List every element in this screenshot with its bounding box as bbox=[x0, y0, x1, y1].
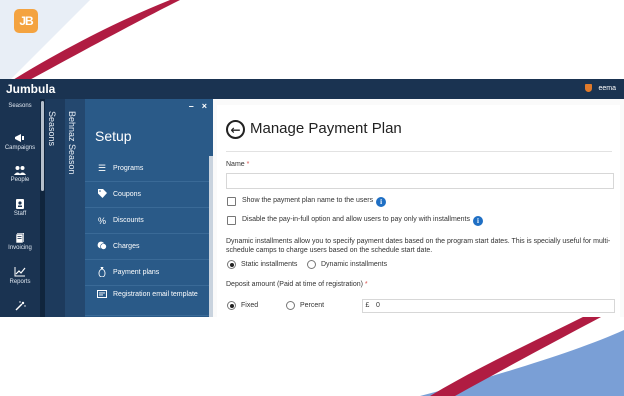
deposit-label: Deposit amount (Paid at time of registra… bbox=[226, 281, 368, 288]
jumbula-logo: JB bbox=[14, 9, 38, 33]
setup-title: Setup bbox=[95, 128, 132, 144]
seasons-column-title: Seasons bbox=[47, 111, 57, 147]
nav-item-label: People bbox=[10, 177, 30, 183]
percent-icon: % bbox=[97, 215, 106, 226]
setup-item-label: Coupons bbox=[113, 191, 142, 198]
required-mark: * bbox=[364, 281, 368, 288]
manage-payment-plan-panel: ← Manage Payment Plan Name * Show the pa… bbox=[217, 105, 620, 317]
show-name-label-text: Show the payment plan name to the users bbox=[242, 197, 374, 204]
required-mark: * bbox=[246, 161, 250, 168]
setup-item-label: Programs bbox=[113, 165, 144, 172]
chart-icon bbox=[14, 267, 26, 277]
back-arrow-icon[interactable]: ← bbox=[226, 120, 245, 139]
nav-item-reports[interactable]: Reports bbox=[0, 267, 40, 285]
nav-item-label: Reports bbox=[9, 279, 31, 285]
megaphone-icon bbox=[14, 133, 26, 143]
setup-panel: – × Setup ☰ Programs Coupons % Discounts bbox=[85, 99, 213, 317]
nav-item-label: Campaigns bbox=[4, 145, 36, 151]
currency-symbol: £ bbox=[362, 299, 372, 313]
id-badge-icon bbox=[14, 199, 26, 209]
app-name: Jumbula bbox=[6, 82, 56, 96]
setup-menu: ☰ Programs Coupons % Discounts Charges P… bbox=[85, 156, 209, 316]
show-name-label: Show the payment plan name to the users i bbox=[242, 197, 387, 207]
left-nav: Seasons Campaigns People Staff Invoicing… bbox=[0, 99, 40, 317]
dynamic-installments-radio[interactable] bbox=[307, 260, 316, 269]
content-area: ← Manage Payment Plan Name * Show the pa… bbox=[213, 99, 624, 317]
percent-deposit-radio[interactable] bbox=[286, 301, 295, 310]
wand-icon bbox=[14, 301, 26, 311]
info-icon[interactable]: i bbox=[473, 216, 484, 226]
setup-item-payment-plans[interactable]: Payment plans bbox=[85, 260, 209, 286]
invoice-icon bbox=[14, 233, 26, 244]
setup-item-programs[interactable]: ☰ Programs bbox=[85, 156, 209, 182]
app-window: Jumbula eema Seasons Campaigns People St… bbox=[0, 79, 624, 317]
dynamic-installments-help: Dynamic installments allow you to specif… bbox=[226, 238, 611, 254]
info-icon[interactable]: i bbox=[376, 197, 387, 207]
season-column[interactable]: Behnaz Season bbox=[65, 99, 85, 317]
fixed-deposit-label: Fixed bbox=[241, 302, 259, 309]
title-divider bbox=[226, 151, 612, 152]
user-menu[interactable]: eema bbox=[585, 84, 616, 92]
setup-item-label: Payment plans bbox=[113, 269, 160, 276]
season-name: Behnaz Season bbox=[67, 111, 77, 175]
setup-item-label: Registration email template bbox=[113, 291, 198, 298]
nav-item-invoicing[interactable]: Invoicing bbox=[0, 233, 40, 251]
people-icon bbox=[14, 165, 26, 175]
disable-payinfull-label-text: Disable the pay-in-full option and allow… bbox=[242, 216, 471, 223]
name-label-text: Name bbox=[226, 161, 245, 168]
close-button[interactable]: × bbox=[202, 101, 207, 111]
nav-item-campaigns[interactable]: Campaigns bbox=[0, 133, 40, 151]
name-label: Name * bbox=[226, 161, 249, 168]
user-name: eema bbox=[598, 84, 616, 92]
tag-icon bbox=[95, 189, 109, 200]
setup-controls: – × bbox=[189, 101, 207, 111]
top-bar: Jumbula eema bbox=[0, 79, 624, 99]
name-input[interactable] bbox=[226, 173, 614, 189]
coins-icon bbox=[95, 241, 109, 252]
nav-item-label: Invoicing bbox=[8, 245, 32, 251]
slide: JB Jumbula eema Seasons Campaigns People… bbox=[0, 0, 624, 396]
seasons-column[interactable]: Seasons bbox=[45, 99, 65, 317]
disable-payinfull-label: Disable the pay-in-full option and allow… bbox=[242, 216, 484, 226]
page-title: Manage Payment Plan bbox=[250, 120, 402, 137]
email-template-icon bbox=[95, 290, 109, 300]
disable-payinfull-checkbox[interactable] bbox=[227, 216, 236, 225]
setup-item-label: Discounts bbox=[113, 217, 144, 224]
nav-item-seasons[interactable]: Seasons bbox=[0, 103, 40, 109]
static-installments-label: Static installments bbox=[241, 261, 298, 268]
deposit-label-text: Deposit amount (Paid at time of registra… bbox=[226, 281, 363, 288]
deposit-amount-input[interactable]: 0 bbox=[372, 299, 615, 313]
static-installments-radio[interactable] bbox=[227, 260, 236, 269]
nav-item-label: Seasons bbox=[8, 103, 32, 109]
minimize-button[interactable]: – bbox=[189, 101, 194, 111]
setup-item-label: Charges bbox=[113, 243, 140, 250]
fixed-deposit-radio[interactable] bbox=[227, 301, 236, 310]
dynamic-installments-label: Dynamic installments bbox=[321, 261, 388, 268]
nav-item-label: Staff bbox=[13, 211, 27, 217]
show-name-checkbox[interactable] bbox=[227, 197, 236, 206]
setup-item-discounts[interactable]: % Discounts bbox=[85, 208, 209, 234]
setup-item-coupons[interactable]: Coupons bbox=[85, 182, 209, 208]
nav-item-people[interactable]: People bbox=[0, 165, 40, 183]
percent-deposit-label: Percent bbox=[300, 302, 325, 309]
setup-item-charges[interactable]: Charges bbox=[85, 234, 209, 260]
money-bag-icon bbox=[95, 266, 109, 279]
nav-item-tools[interactable] bbox=[0, 301, 40, 313]
scrollbar-thumb[interactable] bbox=[41, 101, 44, 191]
user-badge-icon bbox=[585, 84, 593, 92]
nav-item-staff[interactable]: Staff bbox=[0, 199, 40, 217]
list-icon: ☰ bbox=[97, 163, 107, 173]
setup-item-registration-email-template[interactable]: Registration email template bbox=[85, 286, 209, 316]
